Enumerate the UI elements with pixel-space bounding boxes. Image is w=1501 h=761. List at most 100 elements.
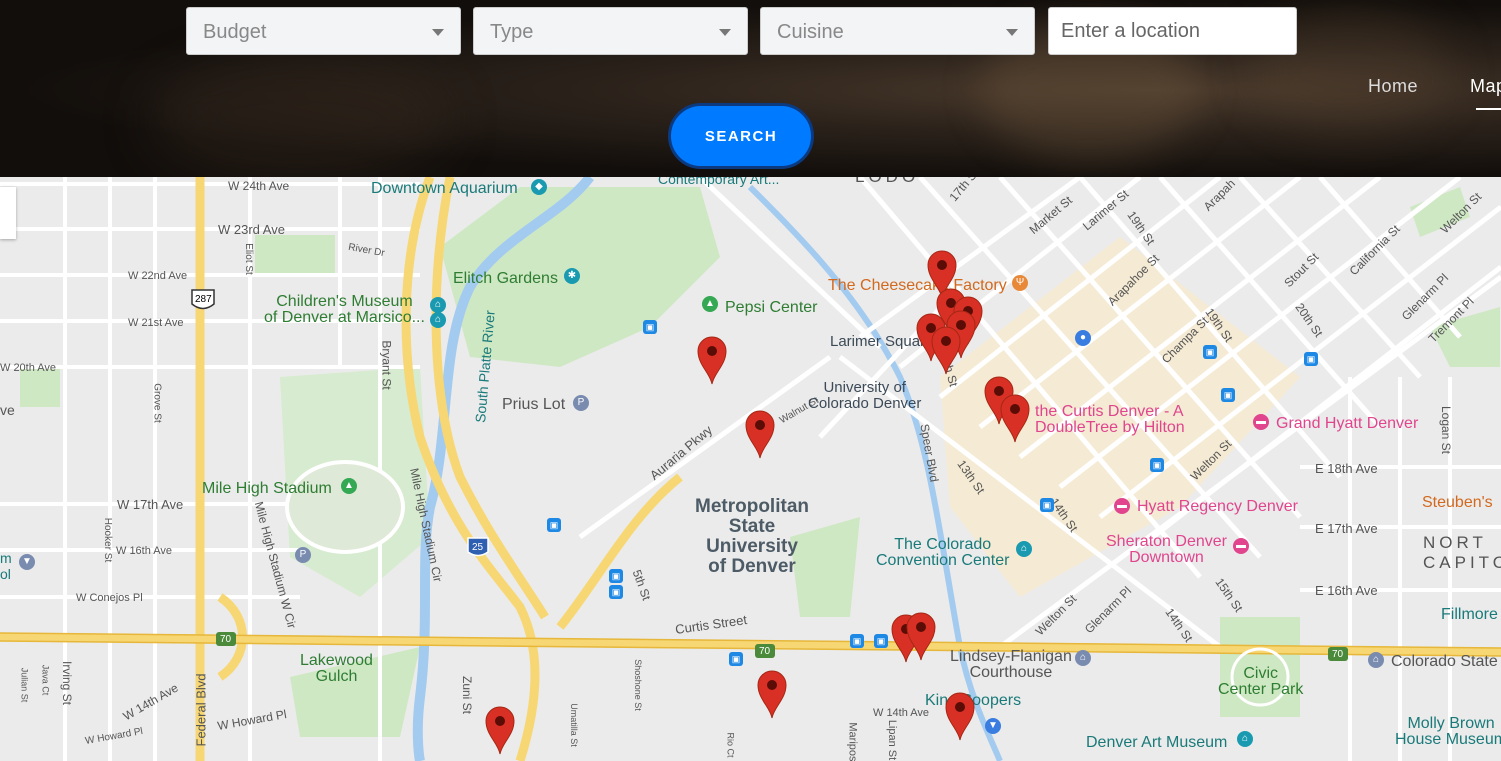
chevron-down-icon xyxy=(432,29,444,36)
poi-label[interactable]: Prius Lot xyxy=(502,397,565,413)
restaurant-marker-icon[interactable] xyxy=(999,393,1031,443)
poi-label[interactable]: Civic Center Park xyxy=(1218,666,1303,698)
restaurant-marker-icon[interactable] xyxy=(696,335,728,385)
poi-label[interactable]: Molly Brown House Museum xyxy=(1395,716,1501,748)
street-label: W 16th Ave xyxy=(116,545,173,557)
poi-icon[interactable]: ▼ xyxy=(19,554,35,570)
hotel-icon[interactable]: ▬ xyxy=(1114,498,1130,514)
transit-icon[interactable]: ▣ xyxy=(874,634,888,648)
courthouse-icon[interactable]: ⌂ xyxy=(1075,650,1091,666)
street-label: Julian St xyxy=(19,667,30,703)
poi-label[interactable]: Colorado State xyxy=(1391,654,1498,670)
street-label: Grove St xyxy=(151,383,163,423)
highway-shield-label: 70 xyxy=(1332,649,1344,660)
hero-header: Budget Type Cuisine Home Map SEARCH xyxy=(0,0,1501,177)
chevron-down-icon xyxy=(1006,29,1018,36)
nav-home[interactable]: Home xyxy=(1368,76,1418,97)
location-input[interactable] xyxy=(1048,7,1297,55)
amusement-park-icon[interactable]: ✱ xyxy=(564,268,580,284)
budget-select[interactable]: Budget xyxy=(186,7,461,55)
street-label: Shoshone St xyxy=(632,659,643,711)
highway-shield-label: 70 xyxy=(759,646,771,657)
parking-icon[interactable]: P xyxy=(573,395,589,411)
restaurant-marker-icon[interactable] xyxy=(484,705,516,755)
street-label: W 23rd Ave xyxy=(218,222,285,237)
hotel-icon[interactable]: ▬ xyxy=(1253,414,1269,430)
search-button[interactable]: SEARCH xyxy=(668,103,814,169)
poi-label[interactable]: University of Colorado Denver xyxy=(808,380,921,412)
street-label: Federal Blvd xyxy=(193,673,209,747)
museum-icon[interactable]: ⌂ xyxy=(430,297,446,313)
stadium-icon[interactable]: ▲ xyxy=(341,478,357,494)
nav-map[interactable]: Map xyxy=(1470,76,1501,97)
poi-label[interactable]: Lindsey-Flanigan Courthouse xyxy=(950,649,1072,681)
aquarium-icon[interactable]: ◆ xyxy=(531,179,547,195)
poi-label[interactable]: Children's Museum of Denver at Marsico..… xyxy=(264,294,425,326)
street-label: W 24th Ave xyxy=(228,179,290,193)
map-control[interactable] xyxy=(0,187,16,239)
poi-label[interactable]: Metropolitan State University of Denver xyxy=(695,497,809,577)
street-label: W Conejos Pl xyxy=(76,592,143,604)
poi-label[interactable]: Fillmore xyxy=(1441,607,1498,623)
restaurant-marker-icon[interactable] xyxy=(905,611,937,661)
poi-label[interactable]: The Cheesecake Factory xyxy=(828,278,1007,294)
street-label: Java Ct xyxy=(40,664,51,696)
transit-icon[interactable]: ▣ xyxy=(547,518,561,532)
restaurant-marker-icon[interactable] xyxy=(944,691,976,741)
transit-icon[interactable]: ▣ xyxy=(1304,352,1318,366)
street-label: Eliot St xyxy=(242,243,254,275)
poi-label[interactable]: Mile High Stadium xyxy=(202,481,332,497)
type-select[interactable]: Type xyxy=(473,7,748,55)
street-label: Lipan St xyxy=(886,719,899,761)
restaurant-icon[interactable]: Ψ xyxy=(1012,275,1028,291)
transit-icon[interactable]: ▣ xyxy=(1203,345,1217,359)
transit-icon[interactable]: ▣ xyxy=(643,320,657,334)
poi-label[interactable]: Hyatt Regency Denver xyxy=(1137,499,1298,515)
highway-shield-label: 25 xyxy=(472,542,484,553)
museum-icon[interactable]: ⌂ xyxy=(1368,652,1384,668)
hotel-icon[interactable]: ▬ xyxy=(1233,538,1249,554)
convention-center-icon[interactable]: ⌂ xyxy=(1016,541,1032,557)
transit-icon[interactable]: ▣ xyxy=(609,585,623,599)
poi-label[interactable]: Lakewood Gulch xyxy=(300,653,373,685)
street-label: Irving St xyxy=(60,660,75,706)
restaurant-marker-icon[interactable] xyxy=(930,325,962,375)
poi-label[interactable]: Elitch Gardens xyxy=(453,271,558,287)
transit-icon[interactable]: ▣ xyxy=(850,634,864,648)
transit-icon[interactable]: ▣ xyxy=(609,569,623,583)
budget-select-label: Budget xyxy=(203,21,267,43)
street-label: Umatilla St xyxy=(568,703,579,747)
cuisine-select[interactable]: Cuisine xyxy=(760,7,1035,55)
restaurant-marker-icon[interactable] xyxy=(756,669,788,719)
transit-icon[interactable]: ▣ xyxy=(729,652,743,666)
street-label: E 17th Ave xyxy=(1315,521,1378,536)
poi-label[interactable]: Denver Art Museum xyxy=(1086,735,1227,751)
museum-icon[interactable]: ⌂ xyxy=(1237,731,1253,747)
poi-label[interactable]: The Colorado Convention Center xyxy=(876,537,1009,569)
poi-label: ol xyxy=(0,566,11,582)
transit-icon[interactable]: ▣ xyxy=(1221,388,1235,402)
active-nav-indicator xyxy=(1476,108,1501,110)
poi-label[interactable]: Contemporary Art... xyxy=(658,177,779,187)
map-view[interactable]: 287 25 70 70 70 W 24th Ave W 23rd Ave Ri… xyxy=(0,177,1501,761)
shopping-icon[interactable]: ▼ xyxy=(985,718,1001,734)
poi-label[interactable]: Pepsi Center xyxy=(725,300,818,316)
restaurant-marker-icon[interactable] xyxy=(744,409,776,459)
highway-shield-label: 70 xyxy=(220,634,232,645)
transit-icon[interactable]: ▣ xyxy=(1150,458,1164,472)
poi-label[interactable]: Sheraton Denver Downtown xyxy=(1106,534,1227,566)
transit-icon[interactable]: ▣ xyxy=(1040,498,1054,512)
stadium-icon[interactable]: ▲ xyxy=(702,296,718,312)
parking-icon[interactable]: P xyxy=(295,547,311,563)
street-label: W 21st Ave xyxy=(128,317,184,329)
lock-icon[interactable]: ● xyxy=(1075,330,1091,346)
street-label: Logan St xyxy=(1439,405,1454,455)
museum-icon[interactable]: ⌂ xyxy=(430,312,446,328)
poi-label[interactable]: Downtown Aquarium xyxy=(371,181,518,197)
street-label: W 14th Ave xyxy=(873,707,930,719)
street-label: W 20th Ave xyxy=(0,362,57,374)
poi-label[interactable]: Steuben's xyxy=(1422,495,1493,511)
poi-label[interactable]: the Curtis Denver - A DoubleTree by Hilt… xyxy=(1035,404,1185,436)
poi-label[interactable]: Grand Hyatt Denver xyxy=(1276,416,1418,432)
type-select-label: Type xyxy=(490,21,534,43)
